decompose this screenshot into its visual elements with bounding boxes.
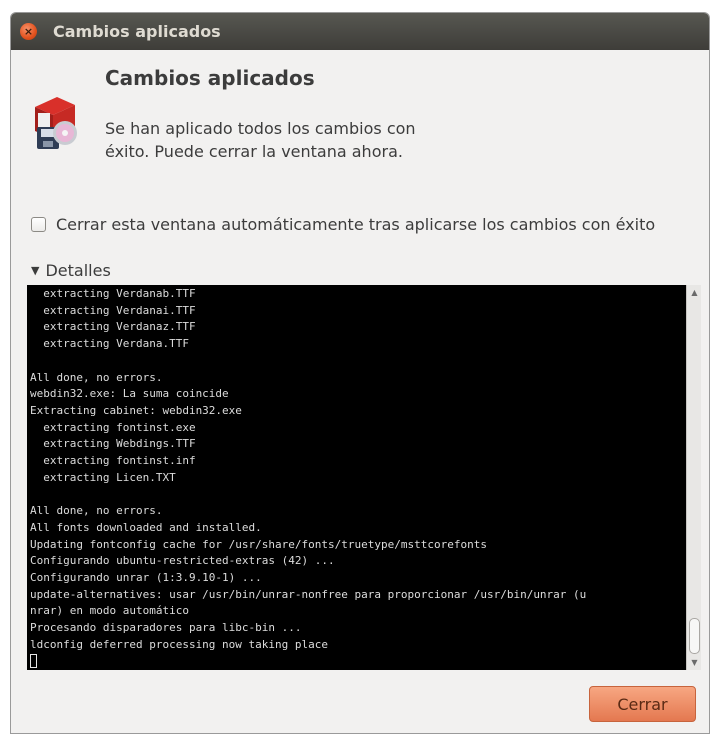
terminal-line: All fonts downloaded and installed. (30, 520, 262, 534)
terminal-line: Procesando disparadores para libc-bin ..… (30, 621, 302, 635)
expander-arrow-icon: ▼ (31, 264, 40, 277)
software-package-icon (29, 93, 81, 153)
window-close-button[interactable]: × (20, 23, 37, 40)
terminal-line: ldconfig deferred processing now taking … (30, 637, 329, 651)
terminal-line: extracting Verdana.TTF (30, 337, 189, 351)
terminal-line: extracting Webdings.TTF (30, 437, 196, 451)
close-button[interactable]: Cerrar (589, 686, 696, 722)
auto-close-checkbox[interactable] (31, 217, 46, 232)
terminal-line: Configurando unrar (1:3.9.10-1) ... (30, 570, 262, 584)
auto-close-option[interactable]: Cerrar esta ventana automáticamente tras… (31, 215, 655, 234)
terminal-line: nrar) en modo automático (30, 604, 189, 618)
scroll-thumb[interactable] (689, 618, 700, 654)
title-bar: × Cambios aplicados (11, 13, 709, 50)
terminal-line: All done, no errors. (30, 370, 163, 384)
terminal-line: Extracting cabinet: webdin32.exe (30, 403, 242, 417)
window-title: Cambios aplicados (53, 22, 221, 41)
auto-close-label[interactable]: Cerrar esta ventana automáticamente tras… (56, 215, 655, 234)
terminal-line: extracting Verdanab.TTF (30, 287, 196, 300)
terminal-line: extracting Licen.TXT (30, 470, 176, 484)
terminal-line: extracting Verdanaz.TTF (30, 320, 196, 334)
details-expander[interactable]: ▼ Detalles (31, 261, 111, 280)
terminal-line: extracting Verdanai.TTF (30, 303, 196, 317)
terminal-line: update-alternatives: usar /usr/bin/unrar… (30, 587, 587, 601)
terminal-text: extracting Verdanab.TTF extracting Verda… (30, 286, 586, 670)
terminal-line: extracting fontinst.inf (30, 454, 196, 468)
terminal-scrollbar[interactable]: ▲ ▼ (686, 285, 701, 670)
terminal-line: All done, no errors. (30, 504, 163, 518)
scroll-up-arrow-icon[interactable]: ▲ (689, 287, 700, 298)
scroll-down-arrow-icon[interactable]: ▼ (689, 657, 700, 668)
terminal-line: extracting fontinst.exe (30, 420, 196, 434)
success-message: Se han aplicado todos los cambios con éx… (105, 119, 416, 161)
terminal-line: Updating fontconfig cache for /usr/share… (30, 537, 487, 551)
dialog-window: × Cambios aplicados Cambios aplicados Se… (10, 12, 710, 734)
terminal-cursor (30, 654, 37, 669)
close-icon: × (23, 25, 34, 38)
dialog-heading: Cambios aplicados (105, 66, 315, 90)
details-label: Detalles (45, 261, 111, 280)
terminal-cursor-line (30, 653, 586, 670)
terminal-line: webdin32.exe: La suma coincide (30, 387, 229, 401)
terminal-line: Configurando ubuntu-restricted-extras (4… (30, 554, 335, 568)
terminal-output[interactable]: extracting Verdanab.TTF extracting Verda… (27, 285, 701, 670)
